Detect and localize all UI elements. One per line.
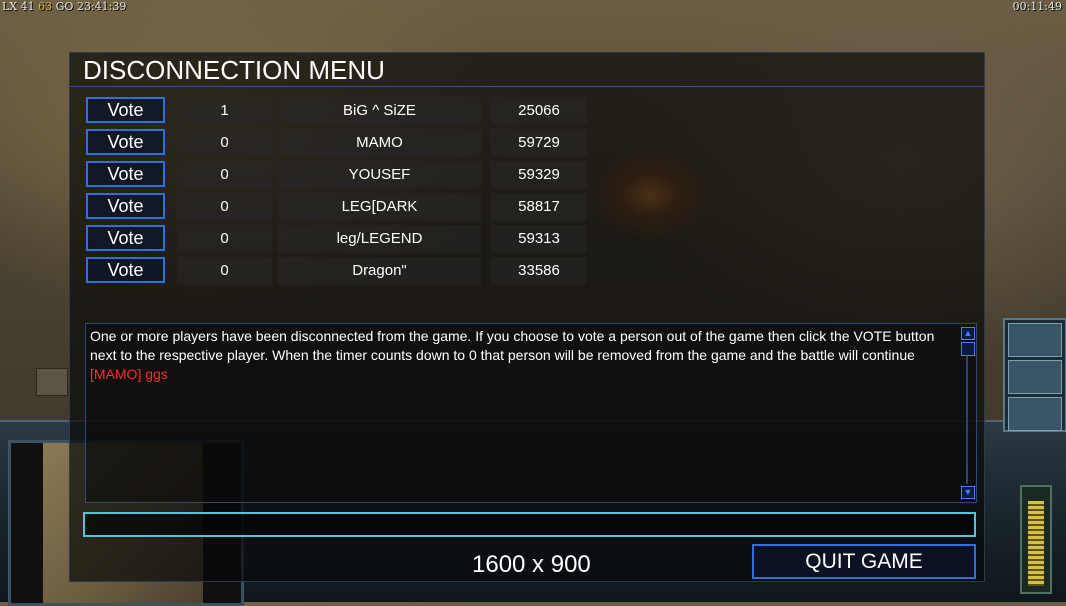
build-slot[interactable] [1008,397,1062,431]
power-meter-fill [1028,501,1044,586]
player-timer: 59313 [491,225,587,253]
stat-fps: 63 [38,0,53,13]
chat-input[interactable] [83,512,976,537]
message-scrollbar[interactable]: ▲ ▼ [961,325,975,501]
vote-button[interactable]: Vote [86,129,165,155]
chat-message: [MAMO] ggs [90,366,168,382]
player-timer: 25066 [491,97,587,125]
build-slot[interactable] [1008,360,1062,394]
vote-count: 0 [177,129,272,157]
vote-count: 0 [177,257,272,285]
vote-button[interactable]: Vote [86,161,165,187]
resolution-label: 1600 x 900 [472,551,591,578]
power-meter [1020,485,1052,594]
build-queue-panel[interactable] [1003,318,1066,432]
player-timer: 59729 [491,129,587,157]
game-clock: 00:11:49 [1012,0,1062,13]
stat-lx: LX 41 [2,0,35,13]
vote-button[interactable]: Vote [86,257,165,283]
player-name: leg/LEGEND [278,225,481,253]
player-name: LEG[DARK [278,193,481,221]
scroll-down-icon[interactable]: ▼ [961,486,975,499]
stat-time: 23:41:39 [76,0,127,13]
quit-game-button[interactable]: QUIT GAME [752,544,976,579]
stat-go: GO [55,0,74,13]
vote-button[interactable]: Vote [86,97,165,123]
build-slot[interactable] [1008,323,1062,357]
vote-count: 1 [177,97,272,125]
title-divider [70,86,984,87]
disconnection-dialog: DISCONNECTION MENU Vote 1 BiG ^ SiZE 250… [69,52,985,582]
player-timer: 33586 [491,257,587,285]
player-timer: 59329 [491,161,587,189]
player-timer: 58817 [491,193,587,221]
message-log[interactable]: One or more players have been disconnect… [85,323,977,503]
vote-button[interactable]: Vote [86,193,165,219]
player-name: BiG ^ SiZE [278,97,481,125]
player-name: MAMO [278,129,481,157]
dialog-title: DISCONNECTION MENU [83,55,385,85]
vote-count: 0 [177,225,272,253]
performance-stats: LX 41 63 GO 23:41:39 [2,0,126,13]
player-name: YOUSEF [278,161,481,189]
scroll-up-icon[interactable]: ▲ [961,327,975,340]
scrollbar-track[interactable] [966,342,968,484]
player-name: Dragon" [278,257,481,285]
vote-button[interactable]: Vote [86,225,165,251]
message-content: One or more players have been disconnect… [90,327,958,384]
unit-sprite[interactable] [36,368,68,396]
vote-count: 0 [177,161,272,189]
vote-count: 0 [177,193,272,221]
disconnect-instructions: One or more players have been disconnect… [90,328,935,363]
scrollbar-thumb[interactable] [961,342,975,356]
